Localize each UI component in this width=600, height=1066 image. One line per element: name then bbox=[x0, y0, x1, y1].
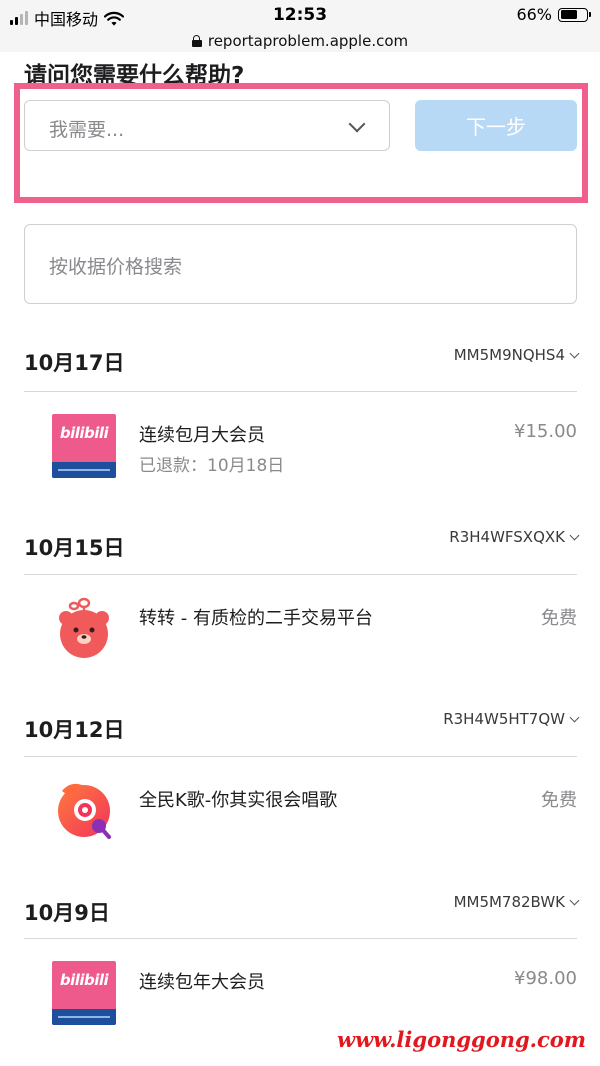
quanmin-kge-icon bbox=[58, 783, 111, 839]
battery-icon bbox=[558, 7, 591, 22]
next-button[interactable]: 下一步 bbox=[415, 100, 577, 151]
order-toggle[interactable]: R3H4WFSXQXK bbox=[449, 528, 580, 546]
chevron-down-icon bbox=[569, 530, 580, 540]
group-date: 10月15日 bbox=[24, 536, 125, 560]
group-date: 10月12日 bbox=[24, 718, 125, 742]
group-date: 10月17日 bbox=[24, 351, 125, 375]
order-toggle[interactable]: R3H4W5HT7QW bbox=[443, 710, 580, 728]
order-toggle[interactable]: MM5M9NQHS4 bbox=[453, 346, 580, 364]
address-bar[interactable]: reportaproblem.apple.com bbox=[0, 30, 600, 52]
status-right: 66% bbox=[516, 5, 591, 24]
chevron-down-icon bbox=[569, 712, 580, 722]
bilibili-icon: bilibili bbox=[52, 961, 116, 1025]
zhuanzhuan-icon bbox=[59, 597, 109, 658]
bilibili-icon: bilibili bbox=[52, 414, 116, 478]
order-id: R3H4W5HT7QW bbox=[443, 710, 565, 728]
item-title[interactable]: 全民K歌-你其实很会唱歌 bbox=[139, 786, 337, 812]
order-id: MM5M782BWK bbox=[453, 893, 565, 911]
help-type-select[interactable]: 我需要... bbox=[24, 100, 390, 151]
order-toggle[interactable]: MM5M782BWK bbox=[453, 893, 580, 911]
watermark: www.ligonggong.com bbox=[337, 1027, 586, 1052]
divider bbox=[24, 574, 577, 575]
item-price: 免费 bbox=[541, 790, 577, 811]
item-title[interactable]: 连续包月大会员 bbox=[139, 421, 265, 447]
clock: 12:53 bbox=[272, 5, 328, 25]
battery-percent: 66% bbox=[516, 5, 552, 24]
divider bbox=[24, 938, 577, 939]
item-price: 免费 bbox=[541, 608, 577, 629]
chevron-down-icon bbox=[348, 115, 366, 133]
chevron-down-icon bbox=[569, 895, 580, 905]
divider bbox=[24, 756, 577, 757]
divider bbox=[24, 391, 577, 392]
item-price: ¥98.00 bbox=[514, 968, 577, 989]
chevron-down-icon bbox=[569, 348, 580, 358]
select-placeholder: 我需要... bbox=[49, 119, 125, 141]
item-price: ¥15.00 bbox=[514, 421, 577, 442]
status-bar: 中国移动 12:53 66% bbox=[0, 0, 600, 30]
lock-icon bbox=[191, 35, 202, 47]
search-placeholder: 按收据价格搜索 bbox=[49, 256, 183, 278]
order-id: R3H4WFSXQXK bbox=[449, 528, 565, 546]
search-input[interactable]: 按收据价格搜索 bbox=[24, 224, 577, 304]
group-date: 10月9日 bbox=[24, 901, 110, 925]
item-subtitle: 已退款：10月18日 bbox=[139, 456, 285, 476]
order-id: MM5M9NQHS4 bbox=[453, 346, 565, 364]
item-title[interactable]: 连续包年大会员 bbox=[139, 968, 265, 994]
item-title[interactable]: 转转 - 有质检的二手交易平台 bbox=[139, 604, 373, 630]
battery-fill bbox=[560, 10, 577, 19]
url-text: reportaproblem.apple.com bbox=[207, 32, 409, 50]
